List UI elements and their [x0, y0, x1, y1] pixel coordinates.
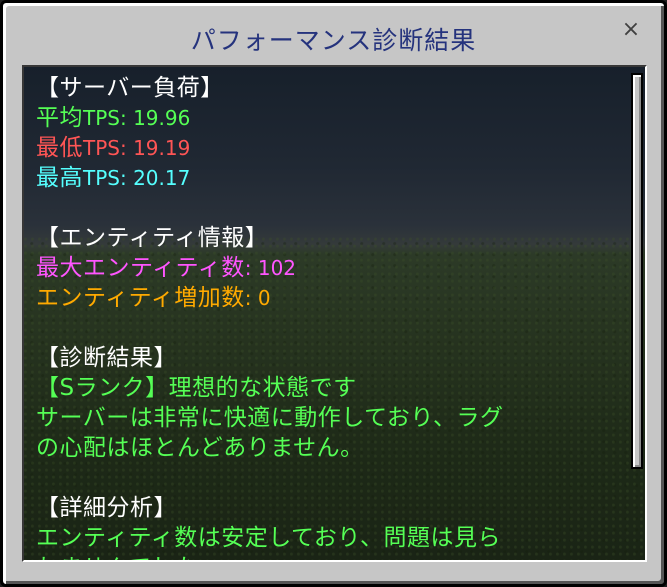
- entity-growth-value: : 0: [244, 286, 271, 310]
- tps-average-label: 平均: [36, 105, 83, 131]
- entity-growth-label: エンティティ増加数: [36, 285, 245, 311]
- analysis-line2: れませんでした。: [36, 553, 621, 560]
- tps-min-label: 最低: [36, 135, 83, 161]
- diagnosis-detail-line1: サーバーは非常に快適に動作しており、ラグ: [36, 405, 504, 431]
- analysis-line1: エンティティ数は安定しており、問題は見ら: [36, 525, 501, 551]
- tps-average-row: 平均TPS: 19.96: [36, 103, 621, 133]
- analysis-heading: 【詳細分析】: [36, 495, 177, 521]
- tps-min-value: TPS: 19.19: [83, 136, 191, 160]
- max-entities-label: 最大エンティティ数: [36, 255, 245, 281]
- max-entities-value: : 102: [244, 256, 297, 280]
- report-panel[interactable]: 【サーバー負荷】 平均TPS: 19.96 最低TPS: 19.19 最高TPS…: [22, 65, 647, 562]
- diagnosis-rank: 【Sランク】理想的な状態です: [36, 375, 357, 401]
- server-load-heading: 【サーバー負荷】: [36, 75, 224, 101]
- close-icon[interactable]: ×: [620, 19, 642, 41]
- scrollbar-thumb[interactable]: [631, 73, 643, 469]
- diagnosis-detail-line2: の心配はほとんどありません。: [36, 435, 364, 461]
- diagnosis-heading: 【診断結果】: [36, 345, 177, 371]
- diagnosis-window: パフォーマンス診断結果 × 【サーバー負荷】 平均TPS: 19.96 最低TP…: [0, 0, 667, 587]
- tps-max-row: 最高TPS: 20.17: [36, 163, 621, 193]
- entity-info-heading: 【エンティティ情報】: [36, 225, 269, 251]
- tps-max-value: TPS: 20.17: [83, 166, 191, 190]
- report-text: 【サーバー負荷】 平均TPS: 19.96 最低TPS: 19.19 最高TPS…: [36, 73, 621, 560]
- entity-growth-row: エンティティ増加数: 0: [36, 283, 621, 313]
- tps-max-label: 最高: [36, 165, 83, 191]
- tps-min-row: 最低TPS: 19.19: [36, 133, 621, 163]
- window-title: パフォーマンス診断結果: [190, 26, 477, 55]
- scrollbar[interactable]: [631, 71, 643, 560]
- max-entities-row: 最大エンティティ数: 102: [36, 253, 621, 283]
- tps-average-value: TPS: 19.96: [83, 106, 191, 130]
